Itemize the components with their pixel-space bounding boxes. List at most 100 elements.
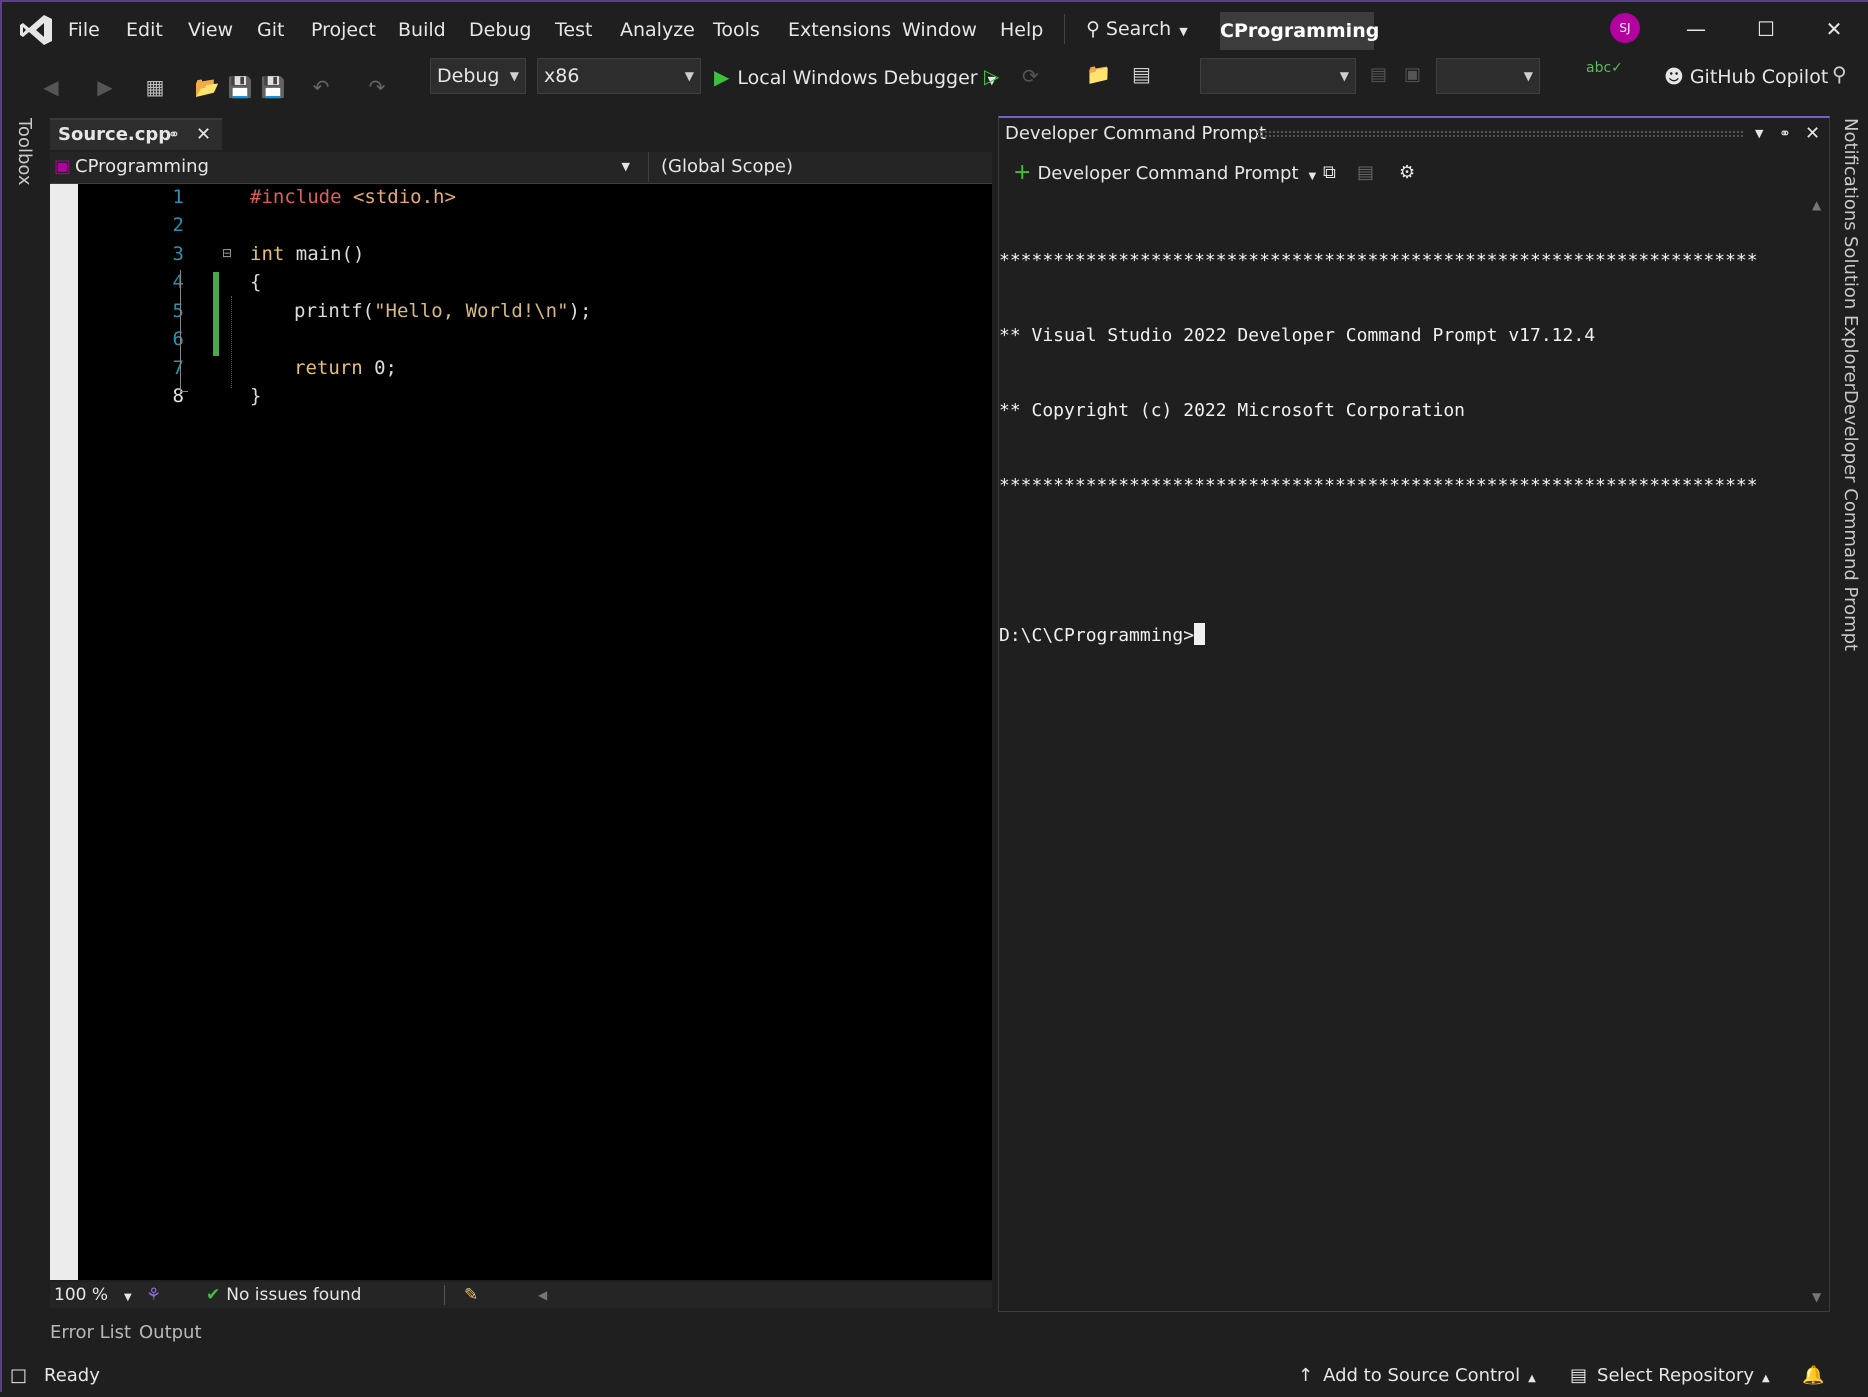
project-dropdown[interactable]: ▣ CProgramming ▼ xyxy=(54,152,630,182)
line-number: 7 xyxy=(172,357,184,379)
collapse-icon[interactable]: ⊟ xyxy=(222,246,232,260)
scroll-left-icon[interactable]: ◀ xyxy=(538,1282,547,1308)
empty-dropdown-1[interactable]: ▼ xyxy=(1200,58,1356,94)
line-number: 3 xyxy=(172,243,184,265)
new-terminal-button[interactable]: + Developer Command Prompt ▼ xyxy=(1013,158,1316,188)
zoom-value: 100 % xyxy=(54,1285,109,1305)
uncomment-icon[interactable]: ▣ xyxy=(1404,64,1421,85)
save-all-icon[interactable]: 💾 xyxy=(260,74,286,100)
scroll-up-icon[interactable]: ▲ xyxy=(1812,198,1821,212)
scroll-down-icon[interactable]: ▼ xyxy=(1812,1290,1821,1304)
start-without-debugging-icon[interactable]: ▷ xyxy=(984,64,999,88)
copy-icon[interactable]: ⧉ xyxy=(1323,162,1336,183)
notifications-tab[interactable]: Notifications xyxy=(1840,118,1861,231)
menu-debug[interactable]: Debug xyxy=(469,16,531,44)
hot-reload-icon[interactable]: ⟳ xyxy=(1022,64,1039,88)
intellicode-icon[interactable]: ⚘ xyxy=(146,1282,161,1308)
spell-check-icon[interactable]: abc✓ xyxy=(1586,60,1623,76)
terminal-scrollbar[interactable]: ▲ ▼ xyxy=(1807,198,1829,1308)
menu-bar: File Edit View Git Project Build Debug T… xyxy=(2,2,1868,58)
maximize-button[interactable]: ☐ xyxy=(1744,12,1788,46)
menu-view[interactable]: View xyxy=(188,16,233,44)
code-cleanup-icon[interactable]: ✎ xyxy=(464,1282,478,1308)
menu-extensions[interactable]: Extensions xyxy=(788,16,891,44)
bottom-panel-tabs: Error List Output xyxy=(50,1322,250,1358)
menu-separator xyxy=(1064,14,1065,44)
undo-icon[interactable]: ↶ xyxy=(308,74,334,100)
select-repository-button[interactable]: ▤ Select Repository ▲ xyxy=(1570,1358,1770,1397)
close-icon[interactable]: ✕ xyxy=(1805,118,1820,150)
scope-dropdown[interactable]: (Global Scope) xyxy=(648,152,988,182)
terminal-toolbar: + Developer Command Prompt ▼ ⧉ ▤ ⚙ xyxy=(999,154,1829,194)
close-icon[interactable]: ✕ xyxy=(196,120,211,150)
chevron-up-icon: ▲ xyxy=(1528,1373,1536,1384)
code-line-8: } xyxy=(250,385,262,407)
close-window-button[interactable]: ✕ xyxy=(1812,12,1856,46)
feedback-icon[interactable]: ⚲ xyxy=(1832,62,1847,86)
line-number: 6 xyxy=(172,328,184,350)
paste-icon[interactable]: ▤ xyxy=(1357,162,1374,183)
developer-command-prompt-tab[interactable]: Developer Command Prompt xyxy=(1840,390,1861,651)
code-editor[interactable]: 1 2 3 4 5 6 7 8 ⊟ #include <stdio.h> int… xyxy=(50,184,992,1280)
solution-explorer-tab[interactable]: Solution Explorer xyxy=(1840,236,1861,390)
code-line-1: #include <stdio.h> xyxy=(250,186,456,208)
panel-title-bar: Developer Command Prompt ▼ ⚭ ✕ xyxy=(999,118,1829,152)
status-bar: □ Ready ↑ Add to Source Control ▲ ▤ Select … xyxy=(2,1358,1868,1394)
chevron-down-icon: ▼ xyxy=(124,1292,132,1303)
chevron-down-icon: ▼ xyxy=(1523,69,1533,83)
tab-output[interactable]: Output xyxy=(139,1322,202,1343)
start-debugging-button[interactable]: ▶ Local Windows Debugger ▼ xyxy=(714,62,996,92)
tab-error-list[interactable]: Error List xyxy=(50,1322,131,1343)
minimize-button[interactable]: — xyxy=(1674,12,1718,46)
back-icon[interactable]: ◀ xyxy=(38,74,64,100)
redo-icon[interactable]: ↷ xyxy=(364,74,390,100)
window-position-icon[interactable]: ▼ xyxy=(1755,118,1763,150)
bell-icon[interactable]: 🔔 xyxy=(1802,1358,1824,1394)
menu-file[interactable]: File xyxy=(68,16,100,44)
menu-analyze[interactable]: Analyze xyxy=(620,16,695,44)
configuration-dropdown[interactable]: Debug ▼ xyxy=(430,58,526,94)
drag-grip[interactable] xyxy=(1257,131,1743,137)
empty-dropdown-2[interactable]: ▼ xyxy=(1436,58,1540,94)
copilot-icon: ☻ xyxy=(1664,66,1684,88)
gear-icon[interactable]: ⚙ xyxy=(1399,162,1415,183)
menu-build[interactable]: Build xyxy=(398,16,446,44)
menu-help[interactable]: Help xyxy=(1000,16,1043,44)
zoom-dropdown[interactable]: 100 % ▼ xyxy=(54,1282,132,1311)
pin-icon[interactable]: ⚭ xyxy=(1779,118,1791,150)
solution-folder-icon[interactable]: 📁 xyxy=(1086,62,1111,86)
github-copilot-button[interactable]: ☻ GitHub Copilot xyxy=(1664,62,1828,92)
platform-dropdown[interactable]: x86 ▼ xyxy=(537,58,701,94)
save-icon[interactable]: 💾 xyxy=(227,74,253,100)
search-label: Search xyxy=(1105,18,1172,40)
menu-edit[interactable]: Edit xyxy=(126,16,163,44)
terminal-output[interactable]: ****************************************… xyxy=(999,198,1799,698)
avatar[interactable]: SJ xyxy=(1610,13,1640,43)
function-signature-token: main() xyxy=(284,243,365,265)
debugger-label: Local Windows Debugger xyxy=(737,67,978,89)
menu-project[interactable]: Project xyxy=(311,16,376,44)
new-project-icon[interactable]: ▦ xyxy=(142,74,168,100)
tab-source-cpp[interactable]: Source.cpp ⚭ ✕ xyxy=(50,118,222,150)
open-folder-icon[interactable]: 📂 xyxy=(194,74,220,100)
visual-studio-logo-icon xyxy=(20,15,52,45)
menu-git[interactable]: Git xyxy=(257,16,284,44)
solution-name-badge[interactable]: CProgramming xyxy=(1220,12,1379,50)
layout-icon[interactable]: ▤ xyxy=(1132,62,1151,86)
add-to-source-control-button[interactable]: ↑ Add to Source Control ▲ xyxy=(1298,1358,1536,1397)
menu-test[interactable]: Test xyxy=(555,16,592,44)
menu-tools[interactable]: Tools xyxy=(713,16,760,44)
issues-indicator[interactable]: ✔ No issues found xyxy=(206,1282,361,1308)
menu-window[interactable]: Window xyxy=(902,16,977,44)
output-status-icon[interactable]: □ xyxy=(10,1358,27,1394)
line-number: 5 xyxy=(172,300,184,322)
search-icon: ⚲ xyxy=(1086,18,1100,40)
editor-tab-strip: Source.cpp ⚭ ✕ xyxy=(50,118,992,150)
issues-label: No issues found xyxy=(226,1285,362,1305)
terminal-line: ** Copyright (c) 2022 Microsoft Corporat… xyxy=(999,400,1465,421)
pin-icon[interactable]: ⚭ xyxy=(168,120,180,150)
forward-icon[interactable]: ▶ xyxy=(92,74,118,100)
toolbox-tab[interactable]: Toolbox xyxy=(14,118,35,186)
comment-icon[interactable]: ▤ xyxy=(1370,64,1387,85)
search-button[interactable]: ⚲ Search ▼ xyxy=(1086,14,1188,44)
